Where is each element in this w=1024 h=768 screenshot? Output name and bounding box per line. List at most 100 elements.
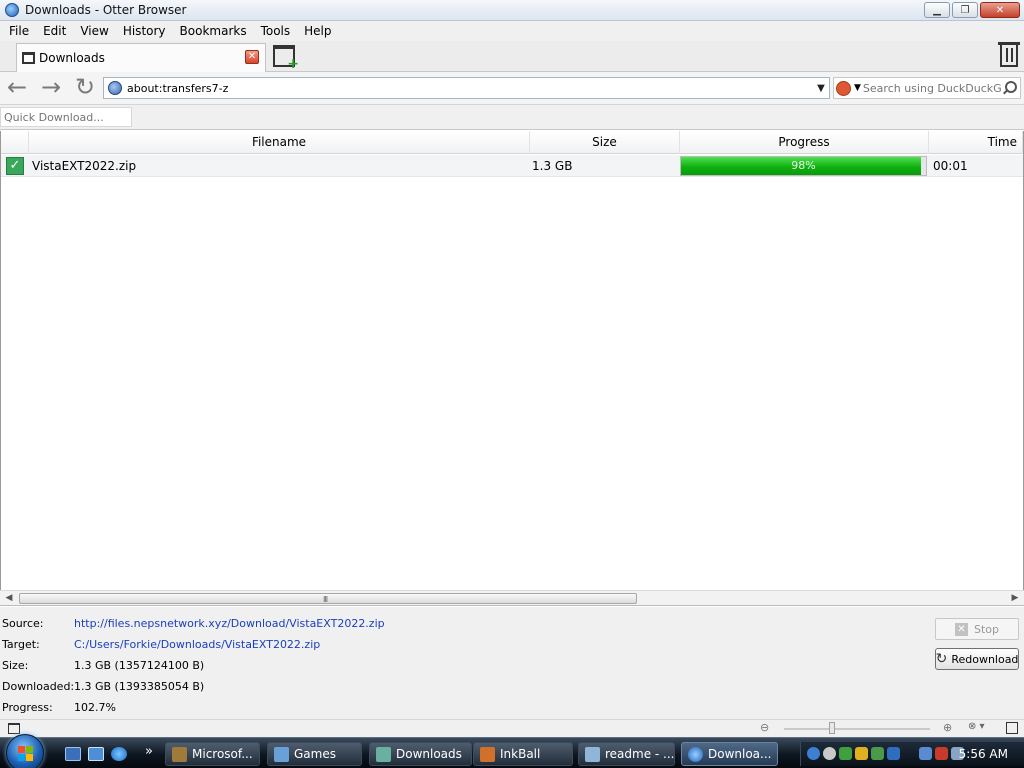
status-options-icon[interactable]: ⊗ ▾ (968, 721, 985, 732)
transfers-table: Filename Size Progress Time ✓ VistaEXT20… (0, 131, 1024, 606)
menu-view[interactable]: View (73, 21, 115, 41)
show-desktop-icon[interactable] (65, 747, 81, 761)
navigation-bar: ← → ↻ ▼ ▼ (0, 72, 1024, 105)
maximize-button[interactable]: ❐ (952, 2, 978, 18)
horizontal-scrollbar[interactable]: ◀ III ▶ (0, 590, 1024, 606)
internet-explorer-icon[interactable] (111, 747, 127, 761)
taskbar: » Microsof... Games Downloads InkBall re… (0, 734, 1024, 768)
tray-shield-icon[interactable] (855, 747, 868, 760)
otter-browser-icon (5, 3, 19, 17)
detail-source-link[interactable]: http://files.nepsnetwork.xyz/Download/Vi… (74, 613, 385, 634)
duckduckgo-icon[interactable] (836, 80, 851, 96)
folder-icon (376, 747, 391, 762)
progress-bar: 98% (680, 156, 927, 176)
tray-volume-muted-icon[interactable] (935, 747, 948, 760)
tab-close-icon[interactable]: ✕ (245, 50, 259, 64)
menu-help[interactable]: Help (297, 21, 338, 41)
quick-download-input[interactable] (0, 107, 132, 127)
back-icon[interactable]: ← (4, 75, 30, 100)
tray-globe-icon[interactable] (807, 747, 820, 760)
sidebar-toggle-icon[interactable] (8, 723, 20, 734)
tray-bluetooth-icon[interactable] (887, 747, 900, 760)
scroll-left-icon[interactable]: ◀ (1, 591, 17, 606)
menu-tools[interactable]: Tools (254, 21, 298, 41)
zoom-out-icon[interactable]: ⊖ (760, 722, 772, 734)
search-icon[interactable] (1002, 81, 1017, 95)
taskbar-button-inkball[interactable]: InkBall (473, 742, 573, 766)
taskbar-button-label: InkBall (500, 747, 541, 761)
tray-check-icon[interactable] (839, 747, 852, 760)
clock[interactable]: 5:56 AM (959, 742, 1008, 766)
plus-icon: + (287, 56, 299, 72)
header-size[interactable]: Size (530, 131, 680, 154)
details-panel: Source: http://files.nepsnetwork.xyz/Dow… (0, 607, 1024, 719)
taskbar-button-downloads-folder[interactable]: Downloads (369, 742, 472, 766)
menu-history[interactable]: History (116, 21, 173, 41)
address-input[interactable] (127, 79, 813, 97)
detail-size-value: 1.3 GB (1357124100 B) (74, 659, 205, 672)
table-header: Filename Size Progress Time (1, 131, 1023, 154)
detail-target-link[interactable]: C:/Users/Forkie/Downloads/VistaEXT2022.z… (74, 634, 320, 655)
progress-bar-text: 98% (791, 159, 816, 172)
reload-icon[interactable]: ↻ (72, 75, 98, 100)
taskbar-button-label: Downloa... (708, 747, 772, 761)
redownload-icon: ↻ (935, 651, 948, 667)
zoom-slider-thumb[interactable] (829, 722, 835, 734)
tab-bar: Downloads ✕ + (0, 41, 1024, 72)
tray-network-icon[interactable] (919, 747, 932, 760)
detail-downloaded-label: Downloaded: (2, 680, 75, 693)
page-icon (108, 81, 122, 95)
scrollbar-grip-icon: III (323, 595, 328, 604)
quicklaunch-more-icon[interactable]: » (145, 744, 153, 759)
zoom-in-icon[interactable]: ⊕ (943, 722, 955, 734)
detail-target-label: Target: (2, 638, 40, 651)
tray-leaf-icon[interactable] (871, 747, 884, 760)
menu-file[interactable]: File (2, 21, 36, 41)
taskbar-button-microsoft[interactable]: Microsof... (165, 742, 260, 766)
address-dropdown-icon[interactable]: ▼ (813, 83, 829, 94)
start-button[interactable] (6, 734, 44, 768)
redownload-button-label: Redownload (951, 652, 1019, 666)
scrollbar-thumb[interactable]: III (19, 593, 637, 604)
menu-edit[interactable]: Edit (36, 21, 73, 41)
header-status[interactable] (1, 131, 29, 154)
tray-cd-icon[interactable] (823, 747, 836, 760)
window-title: Downloads - Otter Browser (25, 3, 187, 17)
trash-icon[interactable] (998, 42, 1020, 67)
new-tab-icon[interactable]: + (273, 45, 299, 72)
taskbar-button-label: readme - ... (605, 747, 675, 761)
taskbar-button-readme[interactable]: readme - ... (578, 742, 675, 766)
resize-grip-icon[interactable] (1006, 722, 1018, 734)
row-filename: VistaEXT2022.zip (32, 159, 137, 173)
taskbar-button-games[interactable]: Games (267, 742, 362, 766)
tab-downloads[interactable]: Downloads ✕ (16, 43, 266, 72)
stop-icon: ✕ (954, 622, 968, 636)
search-input[interactable] (862, 81, 1002, 95)
forward-icon[interactable]: → (38, 75, 64, 100)
header-progress[interactable]: Progress (680, 131, 929, 154)
search-engine-dropdown-icon[interactable]: ▼ (854, 83, 861, 93)
header-filename[interactable]: Filename (29, 131, 530, 154)
notepad-icon (585, 747, 600, 762)
status-bar: ⊖ ⊕ ⊗ ▾ (0, 719, 1024, 737)
zoom-slider[interactable] (784, 728, 930, 730)
taskbar-button-label: Games (294, 747, 336, 761)
menu-bookmarks[interactable]: Bookmarks (173, 21, 254, 41)
detail-progress-value: 102.7% (74, 701, 116, 714)
minimize-button[interactable]: ▁ (924, 2, 950, 18)
taskbar-button-otter-downloads[interactable]: Downloa... (681, 742, 778, 766)
header-time[interactable]: Time (929, 131, 1023, 154)
stop-button[interactable]: ✕ Stop (935, 618, 1019, 640)
inkball-icon (480, 747, 495, 762)
quick-download-bar (0, 105, 1024, 130)
detail-progress-label: Progress: (2, 701, 53, 714)
otter-browser-icon (688, 747, 703, 762)
close-button[interactable]: ✕ (980, 2, 1020, 18)
row-size: 1.3 GB (532, 159, 573, 173)
window-controls: ▁ ❐ ✕ (924, 2, 1020, 18)
scroll-right-icon[interactable]: ▶ (1007, 591, 1023, 606)
redownload-button[interactable]: ↻ Redownload (935, 648, 1019, 670)
table-row[interactable]: ✓ VistaEXT2022.zip 1.3 GB 98% 00:01 (1, 155, 1023, 177)
address-bar: ▼ (103, 77, 830, 99)
switch-windows-icon[interactable] (88, 747, 104, 761)
